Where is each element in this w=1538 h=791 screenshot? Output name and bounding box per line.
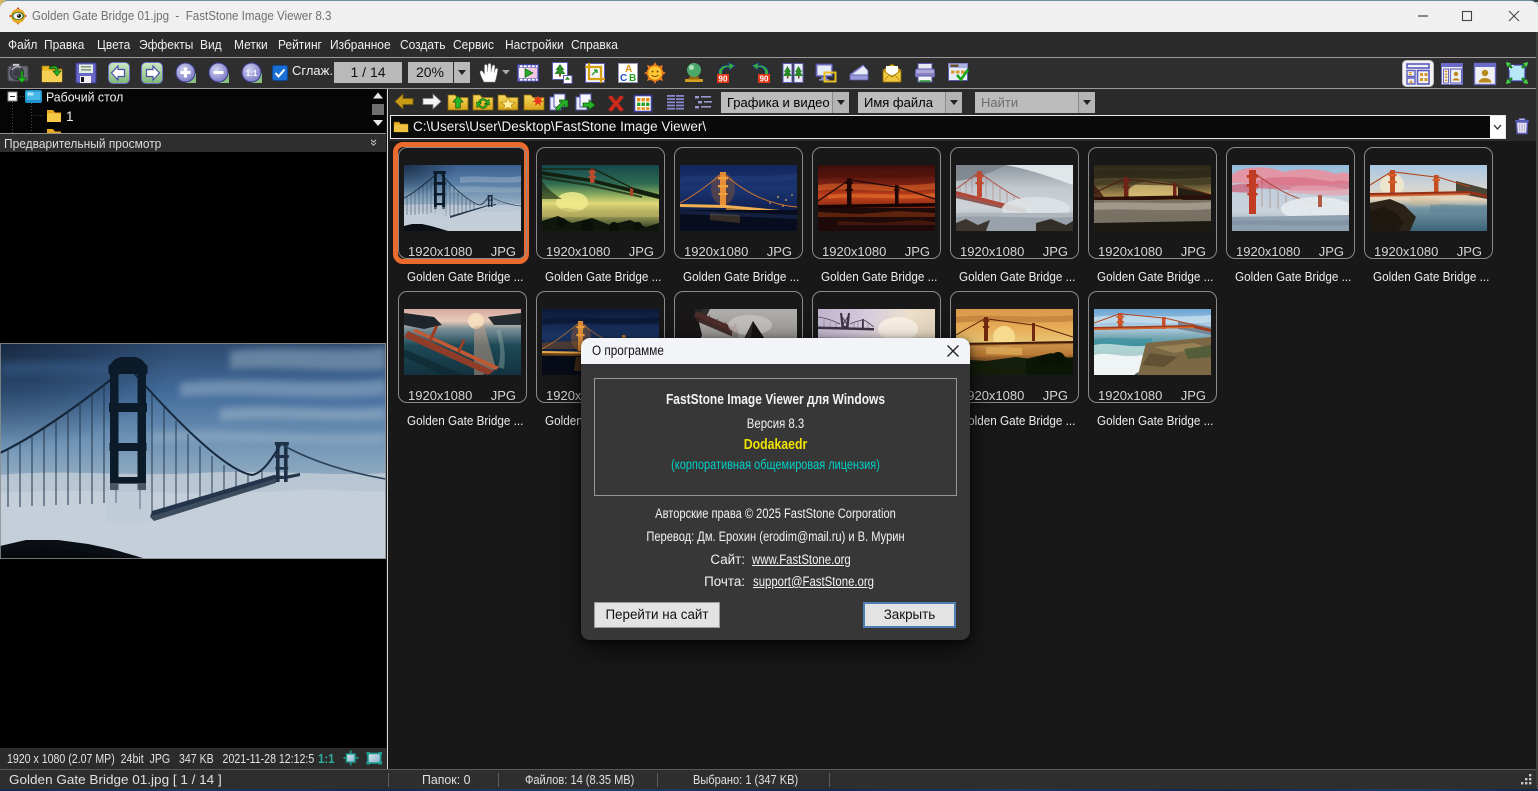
svg-text:20%: 20% — [416, 64, 444, 80]
svg-text:Сглаж.: Сглаж. — [292, 63, 333, 78]
svg-text:Рабочий стол: Рабочий стол — [46, 90, 123, 104]
svg-text:1 / 14: 1 / 14 — [350, 64, 385, 80]
svg-text:B: B — [629, 73, 636, 84]
svg-text:90: 90 — [760, 75, 769, 84]
svg-text:90: 90 — [719, 75, 728, 84]
svg-text:C: C — [620, 73, 627, 84]
svg-text:1:1: 1:1 — [246, 69, 258, 78]
svg-text:1: 1 — [66, 109, 74, 124]
